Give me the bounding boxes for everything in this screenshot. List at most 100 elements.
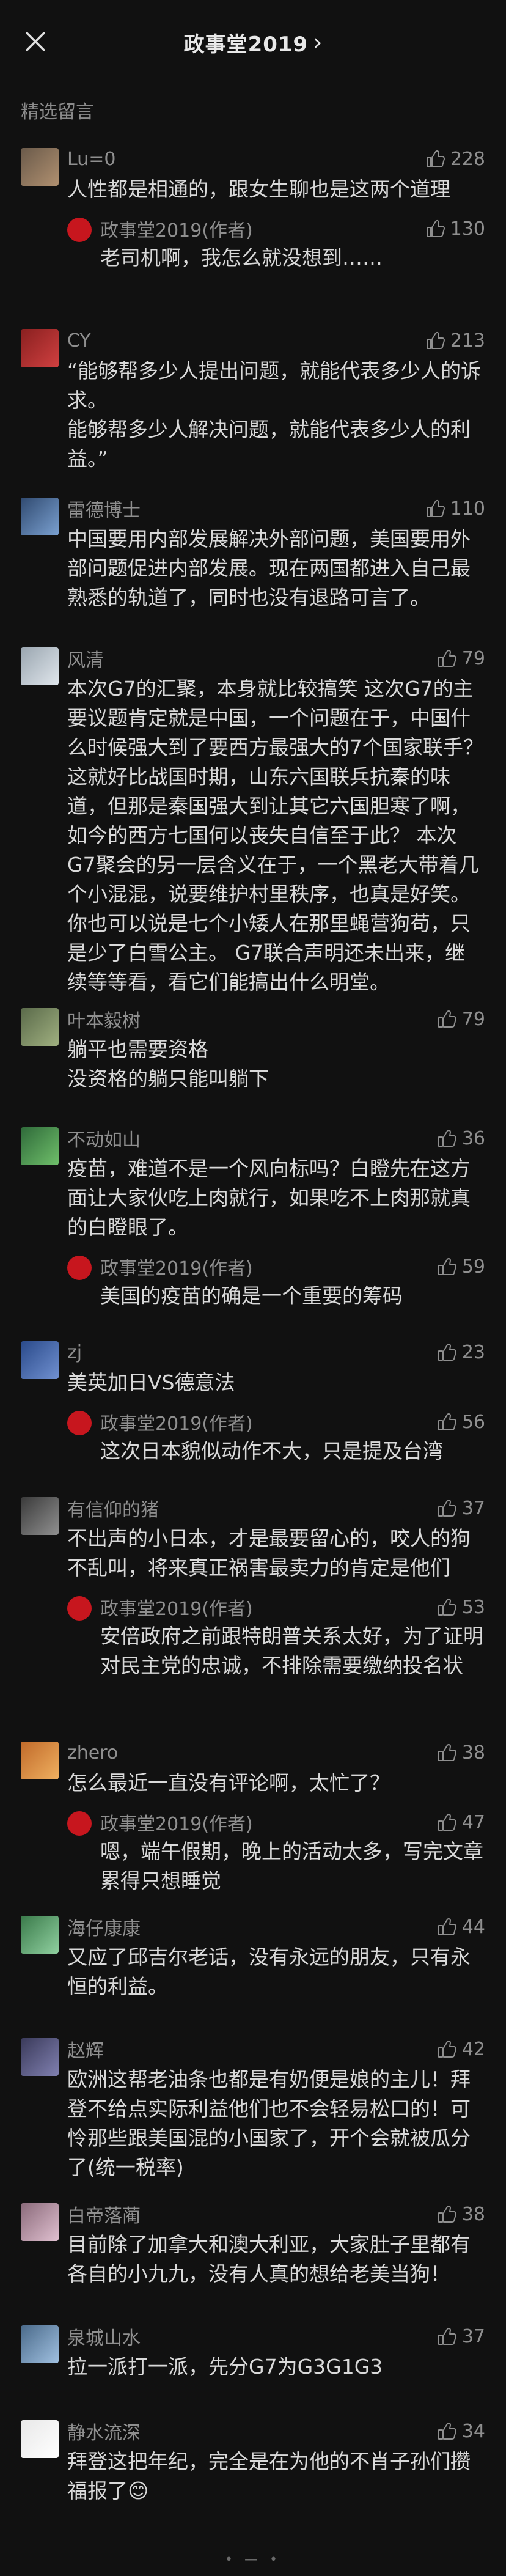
comment-item: zj 23 美英加日VS德意法 政事堂2019(作者) 56 这次日本貌似动作不大，只是提… bbox=[0, 1339, 506, 1466]
thumbs-up-icon bbox=[438, 1813, 457, 1831]
avatar[interactable] bbox=[21, 1127, 59, 1165]
author-avatar bbox=[67, 218, 92, 242]
like-count: 79 bbox=[461, 1008, 485, 1030]
like-button[interactable]: 37 bbox=[436, 1498, 485, 1519]
comment-item: 赵辉 42 欧洲这帮老油条也都是有奶便是娘的主儿！拜登不给点实际利益他们也不会轻易松… bbox=[0, 2036, 506, 2182]
reply-author-name: 政事堂2019(作者) bbox=[100, 1413, 253, 1435]
comment-text: 人性都是相通的，跟女生聊也是这两个道理 bbox=[67, 177, 450, 201]
thumbs-up-icon bbox=[438, 2040, 457, 2058]
reply-like-button[interactable]: 56 bbox=[436, 1411, 485, 1433]
thumbs-up-icon bbox=[426, 219, 445, 237]
like-button[interactable]: 23 bbox=[436, 1342, 485, 1363]
reply-author-name: 政事堂2019(作者) bbox=[100, 1258, 253, 1279]
like-count: 53 bbox=[461, 1596, 485, 1618]
avatar[interactable] bbox=[21, 1008, 59, 1046]
bottom-indicator: • — • bbox=[225, 2552, 281, 2567]
reply-like-button[interactable]: 47 bbox=[436, 1812, 485, 1833]
account-title-link[interactable]: 政事堂2019 › bbox=[184, 28, 323, 57]
avatar[interactable] bbox=[21, 148, 59, 186]
reply-like-button[interactable]: 59 bbox=[436, 1256, 485, 1278]
avatar[interactable] bbox=[21, 329, 59, 367]
reply-author-name: 政事堂2019(作者) bbox=[100, 1599, 253, 1620]
comment-item: Lu=0 228 人性都是相通的，跟女生聊也是这两个道理 政事堂2019(作者) 130… bbox=[0, 145, 506, 273]
commenter-name: 赵辉 bbox=[67, 2041, 104, 2062]
like-button[interactable]: 34 bbox=[436, 2421, 485, 2442]
chevron-right-icon: › bbox=[313, 29, 323, 56]
avatar[interactable] bbox=[21, 647, 59, 685]
comment-item: 静水流深 34 拜登这把年纪，完全是在为他的不肖子孙们攒福报了😊 bbox=[0, 2418, 506, 2506]
author-avatar bbox=[67, 1256, 92, 1280]
author-reply: 政事堂2019(作者) 130 老司机啊，我怎么就没想到…… bbox=[67, 215, 485, 273]
avatar[interactable] bbox=[21, 2203, 59, 2241]
comment-item: 风清 79 本次G7的汇聚，本身就比较搞笑 这次G7的主要议题肯定就是中国，一个问题… bbox=[0, 645, 506, 997]
avatar[interactable] bbox=[21, 2420, 59, 2458]
like-button[interactable]: 37 bbox=[436, 2326, 485, 2347]
like-button[interactable]: 228 bbox=[425, 149, 485, 170]
reply-like-button[interactable]: 53 bbox=[436, 1597, 485, 1618]
commenter-name: zj bbox=[67, 1341, 82, 1363]
reply-author-name: 政事堂2019(作者) bbox=[100, 220, 253, 241]
avatar[interactable] bbox=[21, 1341, 59, 1379]
avatar[interactable] bbox=[21, 1742, 59, 1779]
commenter-name: 不动如山 bbox=[67, 1130, 141, 1151]
comment-item: 有信仰的猪 37 不出声的小日本，才是最要留心的，咬人的狗不乱叫，将来真正祸害最卖力… bbox=[0, 1495, 506, 1680]
comment-text: “能够帮多少人提出问题，就能代表多少人的诉求。 能够帮多少人解决问题，就能代表多… bbox=[67, 359, 482, 471]
reply-text: 老司机啊，我怎么就没想到…… bbox=[100, 246, 383, 270]
close-button[interactable] bbox=[22, 28, 49, 55]
like-button[interactable]: 38 bbox=[436, 1742, 485, 1764]
like-button[interactable]: 44 bbox=[436, 1916, 485, 1938]
like-button[interactable]: 79 bbox=[436, 1009, 485, 1030]
commenter-name: 叶本毅树 bbox=[67, 1010, 141, 1032]
commenter-name: 风清 bbox=[67, 650, 104, 671]
comment-text: 欧洲这帮老油条也都是有奶便是娘的主儿！拜登不给点实际利益他们也不会轻易松口的！可… bbox=[67, 2067, 471, 2179]
author-avatar bbox=[67, 1411, 92, 1435]
commenter-name: CY bbox=[67, 329, 91, 351]
comment-item: 不动如山 36 疫苗，难道不是一个风向标吗？白瞪先在这方面让大家伙吃上肉就行，如果吃… bbox=[0, 1125, 506, 1311]
comment-text: 拜登这把年纪，完全是在为他的不肖子孙们攒福报了😊 bbox=[67, 2449, 471, 2503]
thumbs-up-icon bbox=[438, 1598, 457, 1616]
comment-item: 白帝落蔺 38 目前除了加拿大和澳大利亚，大家肚子里都有各自的小九九，没有人真的想给… bbox=[0, 2201, 506, 2289]
comment-text: 中国要用内部发展解决外部问题，美国要用外部问题促进内部发展。现在两国都进入自己最… bbox=[67, 527, 471, 609]
like-count: 37 bbox=[461, 1497, 485, 1519]
like-count: 23 bbox=[461, 1341, 485, 1363]
avatar[interactable] bbox=[21, 2038, 59, 2076]
avatar[interactable] bbox=[21, 498, 59, 535]
thumbs-up-icon bbox=[438, 2205, 457, 2223]
comment-text: 疫苗，难道不是一个风向标吗？白瞪先在这方面让大家伙吃上肉就行，如果吃不上肉那就真… bbox=[67, 1157, 471, 1239]
comment-item: 泉城山水 37 拉一派打一派，先分G7为G3G1G3 bbox=[0, 2323, 506, 2382]
comment-text: 目前除了加拿大和澳大利亚，大家肚子里都有各自的小九九，没有人真的想给老美当狗！ bbox=[67, 2232, 471, 2286]
reply-like-button[interactable]: 130 bbox=[425, 218, 485, 240]
avatar[interactable] bbox=[21, 1497, 59, 1535]
section-label: 精选留言 bbox=[21, 101, 94, 123]
comment-text: 美英加日VS德意法 bbox=[67, 1371, 235, 1394]
thumbs-up-icon bbox=[438, 1918, 457, 1935]
thumbs-up-icon bbox=[426, 499, 445, 517]
thumbs-up-icon bbox=[438, 1413, 457, 1430]
like-count: 56 bbox=[461, 1411, 485, 1433]
thumbs-up-icon bbox=[426, 150, 445, 167]
like-count: 213 bbox=[450, 329, 485, 351]
avatar[interactable] bbox=[21, 2325, 59, 2363]
like-button[interactable]: 38 bbox=[436, 2204, 485, 2225]
like-button[interactable]: 36 bbox=[436, 1128, 485, 1149]
reply-text: 安倍政府之前跟特朗普关系太好，为了证明对民主党的忠诚，不排除需要缴纳投名状 bbox=[100, 1624, 483, 1677]
comment-item: 海仔康康 44 又应了邱吉尔老话，没有永远的朋友，只有永恒的利益。 bbox=[0, 1913, 506, 2001]
author-reply: 政事堂2019(作者) 59 美国的疫苗的确是一个重要的筹码 bbox=[67, 1253, 485, 1311]
like-button[interactable]: 79 bbox=[436, 648, 485, 669]
like-count: 38 bbox=[461, 1742, 485, 1764]
comment-item: CY 213 “能够帮多少人提出问题，就能代表多少人的诉求。 能够帮多少人解决问题，… bbox=[0, 327, 506, 474]
like-count: 79 bbox=[461, 647, 485, 669]
like-button[interactable]: 110 bbox=[425, 498, 485, 520]
article-comments-page: 政事堂2019 › 精选留言 Lu=0 228 人性都是相通的，跟女生聊也是这两个道… bbox=[0, 0, 506, 2576]
like-count: 47 bbox=[461, 1811, 485, 1833]
thumbs-up-icon bbox=[438, 1343, 457, 1361]
like-count: 110 bbox=[450, 498, 485, 520]
commenter-name: 泉城山水 bbox=[67, 2328, 141, 2349]
comment-text: 不出声的小日本，才是最要留心的，咬人的狗不乱叫，将来真正祸害最卖力的肯定是他们 bbox=[67, 1526, 471, 1580]
avatar[interactable] bbox=[21, 1916, 59, 1954]
commenter-name: zhero bbox=[67, 1742, 119, 1764]
like-button[interactable]: 213 bbox=[425, 330, 485, 351]
author-avatar bbox=[67, 1596, 92, 1621]
like-button[interactable]: 42 bbox=[436, 2039, 485, 2060]
commenter-name: 雷德博士 bbox=[67, 500, 141, 521]
